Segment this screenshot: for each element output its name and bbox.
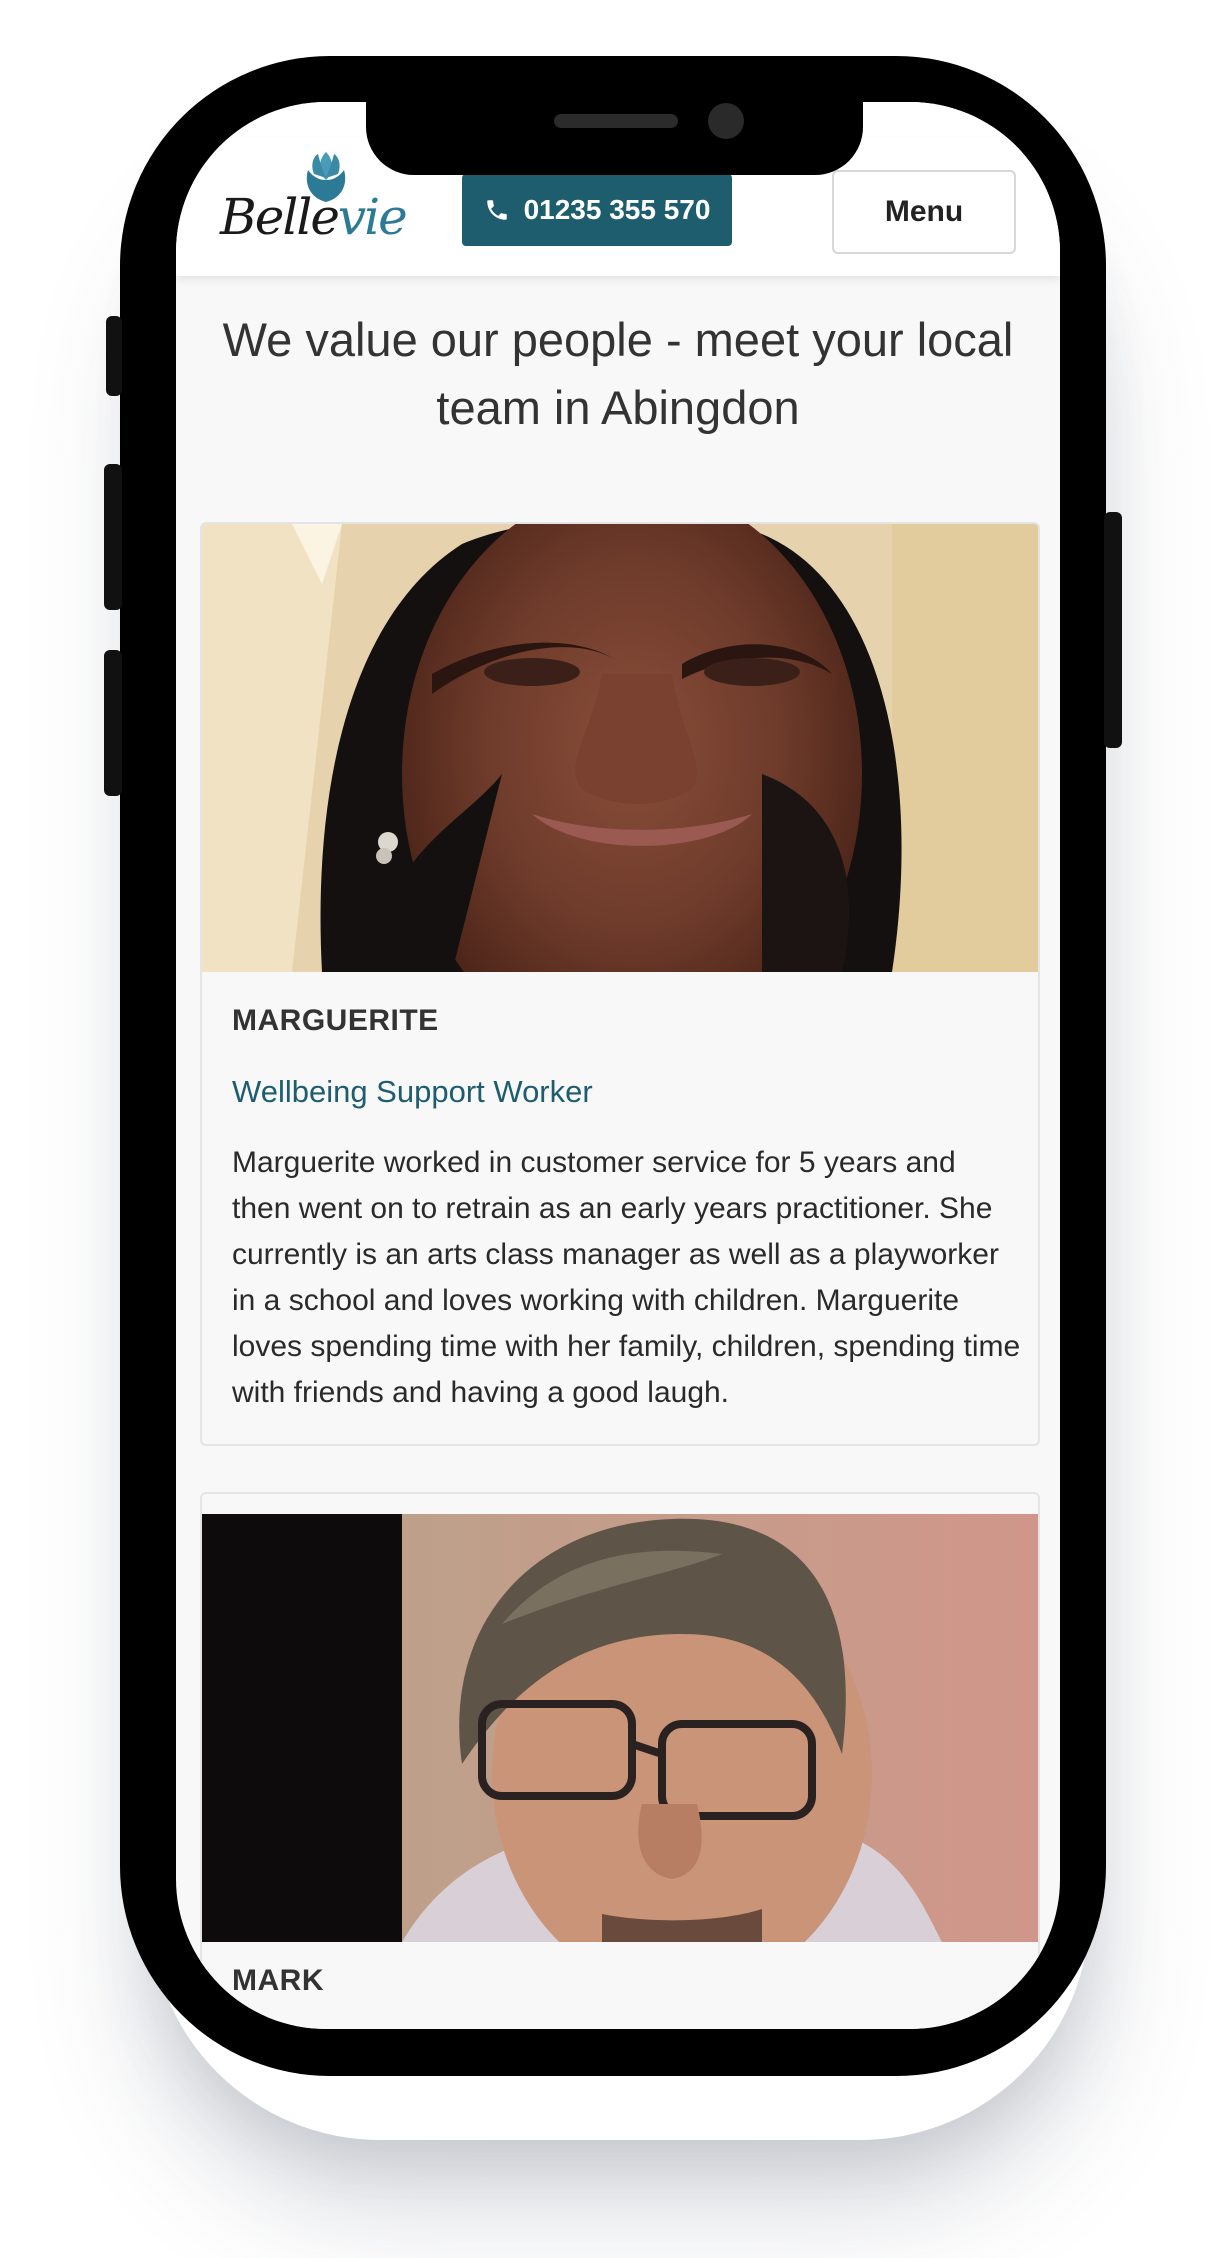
call-button[interactable]: 01235 355 570 (462, 174, 732, 246)
logo-wordmark: Bellevie (220, 188, 408, 246)
portrait-image (202, 524, 1038, 972)
speaker-grille (554, 114, 678, 128)
team-member-card: MARGUERITE Wellbeing Support Worker Marg… (200, 522, 1040, 1446)
team-member-name: MARGUERITE (232, 1004, 439, 1037)
volume-down-button (104, 650, 122, 796)
portrait-image (202, 1514, 1038, 1942)
power-button (1104, 512, 1122, 748)
front-camera (708, 103, 744, 139)
team-member-card: MARK (200, 1492, 1040, 2029)
volume-up-button (104, 464, 122, 610)
team-member-photo (202, 1514, 1038, 1942)
team-member-photo (202, 524, 1038, 972)
team-member-role: Wellbeing Support Worker (232, 1074, 593, 1109)
phone-screen: Bellevie 01235 355 570 Menu We value our… (176, 102, 1060, 2029)
phone-icon (486, 200, 507, 220)
team-member-name: MARK (232, 1964, 324, 1997)
notch (366, 102, 863, 175)
call-button-label: 01235 355 570 (523, 194, 711, 225)
team-member-bio: Marguerite worked in customer service fo… (232, 1146, 1021, 1409)
site-logo[interactable]: Bellevie (220, 152, 408, 258)
mute-switch (106, 316, 122, 396)
menu-button-label: Menu (884, 195, 964, 228)
menu-button[interactable]: Menu (832, 170, 1016, 254)
page-title: We value our people - meet your local te… (222, 313, 1014, 434)
